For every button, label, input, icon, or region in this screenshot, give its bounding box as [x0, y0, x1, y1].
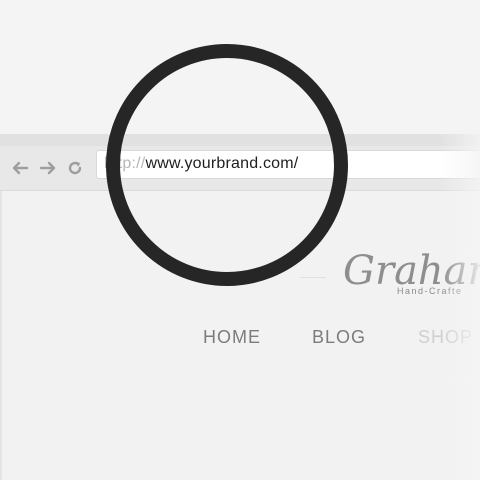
browser-screenshot: http://www.yourbrand.com/ Graham Hand-Cr… [0, 0, 480, 480]
back-button[interactable] [9, 157, 31, 179]
brand-tagline: Hand-Crafte [397, 286, 463, 296]
nav-blog[interactable]: BLOG [312, 326, 366, 348]
page-edge [0, 191, 2, 480]
brand-divider [300, 277, 326, 278]
reload-icon [67, 160, 83, 176]
nav-shop[interactable]: SHOP [418, 326, 473, 348]
reload-button[interactable] [64, 157, 86, 179]
arrow-left-icon [11, 161, 29, 175]
arrow-right-icon [39, 161, 57, 175]
nav-home[interactable]: HOME [203, 326, 261, 348]
magnifier-ring [106, 44, 348, 286]
forward-button[interactable] [37, 157, 59, 179]
